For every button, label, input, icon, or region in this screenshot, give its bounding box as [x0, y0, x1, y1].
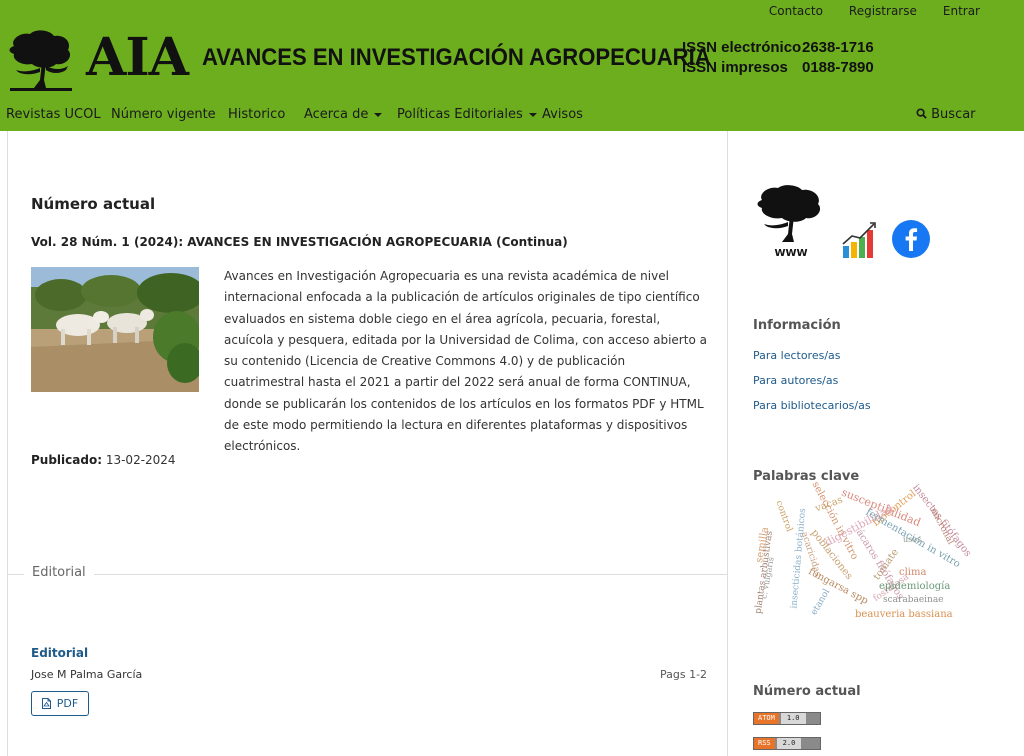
journal-description: Avances en Investigación Agropecuaria es…: [224, 269, 707, 454]
rss-feed-version: 2.0: [776, 738, 802, 749]
keyword-item[interactable]: usos: [903, 536, 921, 544]
nav-current-issue[interactable]: Número vigente: [111, 107, 216, 122]
section-divider: [7, 574, 728, 575]
section-heading: Editorial: [24, 565, 94, 580]
issn-electronic-label: ISSN electrónico: [682, 39, 802, 56]
www-label: WWW: [774, 248, 807, 259]
info-heading: Información: [753, 318, 841, 333]
keyword-item[interactable]: control: [773, 499, 794, 533]
published-value: 13-02-2024: [105, 453, 176, 467]
issn-print-label: ISSN impresos: [682, 59, 788, 76]
atom-feed-badge[interactable]: ATOM 1.0: [753, 712, 821, 725]
issue-cover-image: [31, 267, 199, 392]
nav-policies-label: Políticas Editoriales: [397, 107, 523, 122]
tree-www-icon[interactable]: WWW: [756, 184, 826, 260]
published-date: Publicado: 13-02-2024: [31, 453, 176, 467]
tree-logo-icon[interactable]: [6, 28, 76, 92]
search-icon: [916, 108, 927, 119]
keyword-item[interactable]: insecticidas botánicos: [789, 508, 808, 609]
main-nav: Revistas UCOL Número vigente Historico A…: [0, 103, 1024, 127]
keyword-item[interactable]: beauveria bassiana: [855, 610, 953, 620]
nav-history[interactable]: Historico: [228, 107, 285, 122]
facebook-icon[interactable]: [892, 220, 930, 258]
info-librarians-link[interactable]: Para bibliotecarios/as: [753, 399, 871, 412]
article-author: Jose M Palma García: [31, 668, 143, 681]
stats-chart-icon[interactable]: [842, 220, 878, 258]
chevron-down-icon: [528, 112, 537, 117]
keyword-item[interactable]: etanol: [809, 587, 832, 617]
pdf-button-label: PDF: [56, 697, 79, 710]
keyword-cloud: vacas susceptibilidad biocontrol insecto…: [753, 480, 974, 624]
issn-print-value: 0188-7890: [802, 59, 874, 76]
issn-block: ISSN electrónico 2638-1716 ISSN impresos 0…: [682, 38, 874, 78]
file-pdf-icon: [41, 698, 51, 709]
issn-electronic-value: 2638-1716: [802, 39, 874, 56]
atom-feed-name: ATOM: [754, 713, 779, 724]
search-label: Buscar: [931, 107, 976, 122]
logo-acronym[interactable]: AIA: [86, 30, 189, 86]
published-label: Publicado:: [31, 453, 102, 467]
info-readers-link[interactable]: Para lectores/as: [753, 349, 841, 362]
atom-feed-version: 1.0: [780, 713, 806, 724]
pdf-button[interactable]: PDF: [31, 691, 89, 716]
current-issue-heading: Número actual: [753, 684, 861, 699]
article-title-link[interactable]: Editorial: [31, 646, 88, 660]
search-link[interactable]: Buscar: [916, 107, 976, 122]
contact-link[interactable]: Contacto: [769, 4, 823, 18]
issue-title: Vol. 28 Núm. 1 (2024): AVANCES EN INVEST…: [31, 235, 568, 249]
chevron-down-icon: [374, 112, 383, 117]
rss-feed-name: RSS: [754, 738, 775, 749]
keyword-item[interactable]: epidemiología: [879, 582, 950, 592]
user-links: Contacto Registrarse Entrar: [769, 4, 980, 18]
register-link[interactable]: Registrarse: [849, 4, 917, 18]
journal-title[interactable]: AVANCES EN INVESTIGACIÓN AGROPECUARIA: [202, 44, 711, 72]
nav-journals[interactable]: Revistas UCOL: [6, 107, 101, 122]
nav-about[interactable]: Acerca de: [304, 107, 383, 122]
rss-feed-badge[interactable]: RSS 2.0: [753, 737, 821, 750]
nav-policies[interactable]: Políticas Editoriales: [397, 107, 537, 122]
keywords-heading: Palabras clave: [753, 469, 860, 484]
nav-notices[interactable]: Avisos: [542, 107, 583, 122]
nav-about-label: Acerca de: [304, 107, 369, 122]
site-header: Contacto Registrarse Entrar AIA AVANCES …: [0, 0, 1024, 131]
page-title: Número actual: [31, 195, 156, 213]
info-authors-link[interactable]: Para autores/as: [753, 374, 838, 387]
article-pages: Pags 1-2: [660, 668, 708, 681]
login-link[interactable]: Entrar: [943, 4, 980, 18]
keyword-item[interactable]: scarabaeinae: [883, 596, 944, 605]
